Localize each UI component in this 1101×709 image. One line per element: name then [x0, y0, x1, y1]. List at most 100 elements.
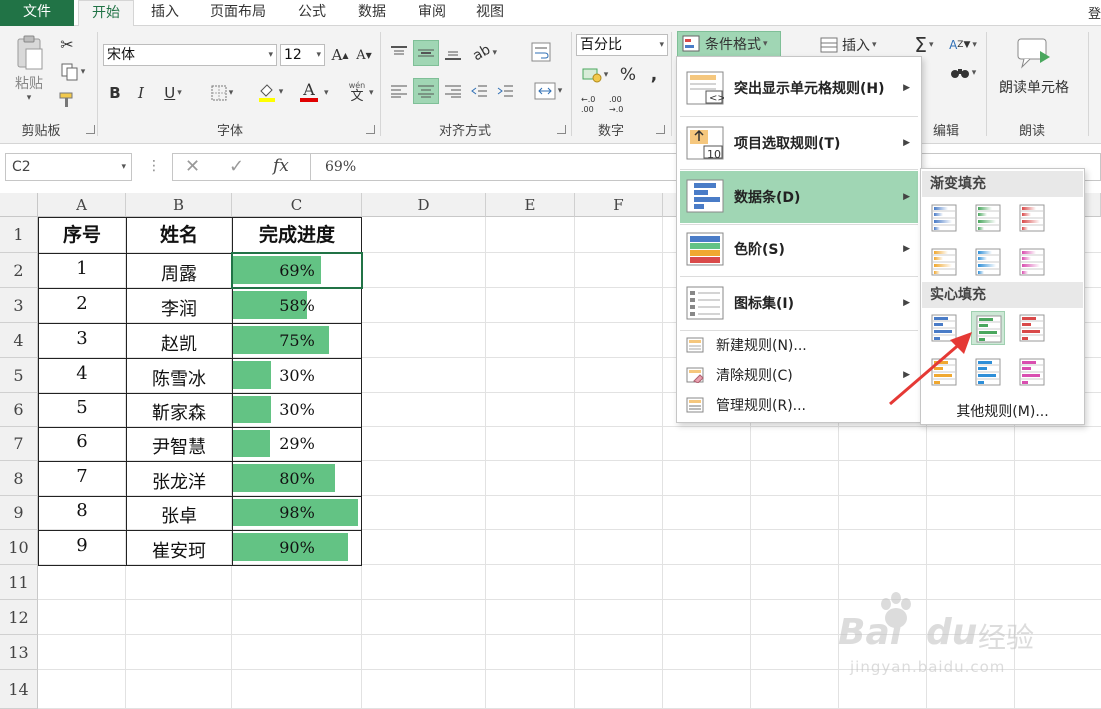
- number-launcher-icon[interactable]: [656, 125, 665, 134]
- header-cell[interactable]: 序号: [38, 217, 126, 253]
- gradient-databar-swatch[interactable]: [971, 245, 1005, 279]
- insert-function-button[interactable]: fx: [273, 156, 289, 176]
- column-header-E[interactable]: E: [486, 193, 575, 217]
- orientation-icon[interactable]: ab ▾: [468, 42, 502, 65]
- menu-data-bars[interactable]: 数据条(D) ▶: [680, 171, 918, 223]
- paste-button[interactable]: 粘贴 ▾: [8, 34, 50, 104]
- row-header-10[interactable]: 10: [0, 530, 38, 565]
- row-header-5[interactable]: 5: [0, 358, 38, 393]
- table-cell-name[interactable]: 张龙洋: [126, 465, 232, 500]
- align-top-icon[interactable]: [388, 42, 410, 64]
- table-cell-progress[interactable]: 29%: [233, 427, 361, 461]
- conditional-format-button[interactable]: 条件格式 ▾: [677, 31, 781, 57]
- enter-icon[interactable]: ✓: [229, 156, 244, 177]
- tab-home[interactable]: 开始: [78, 0, 134, 27]
- find-select-icon[interactable]: ▾: [946, 62, 980, 84]
- copy-icon[interactable]: ▾: [56, 62, 90, 82]
- autosum-icon[interactable]: Σ ▾: [906, 33, 942, 57]
- insert-cells-button[interactable]: 插入 ▾: [820, 34, 884, 56]
- cancel-icon[interactable]: ✕: [185, 156, 200, 177]
- cut-icon[interactable]: ✂: [56, 34, 78, 54]
- row-header-8[interactable]: 8: [0, 461, 38, 496]
- table-cell-name[interactable]: 李润: [126, 292, 232, 327]
- read-cell-button[interactable]: 朗读单元格: [992, 36, 1076, 98]
- table-cell-no[interactable]: 7: [38, 461, 126, 496]
- select-all-corner[interactable]: [0, 193, 38, 217]
- row-header-12[interactable]: 12: [0, 600, 38, 635]
- table-cell-progress[interactable]: 98%: [233, 496, 361, 530]
- table-cell-name[interactable]: 崔安珂: [126, 534, 232, 569]
- table-cell-no[interactable]: 5: [38, 393, 126, 427]
- increase-font-icon[interactable]: A ▲: [330, 44, 350, 66]
- column-header-D[interactable]: D: [362, 193, 486, 217]
- table-cell-progress[interactable]: 80%: [233, 461, 361, 496]
- row-header-14[interactable]: 14: [0, 670, 38, 709]
- gradient-databar-swatch[interactable]: [927, 245, 961, 279]
- row-header-11[interactable]: 11: [0, 565, 38, 600]
- table-cell-no[interactable]: 4: [38, 358, 126, 393]
- alignment-launcher-icon[interactable]: [557, 125, 566, 134]
- column-header-F[interactable]: F: [575, 193, 663, 217]
- tab-formulas[interactable]: 公式: [284, 0, 340, 26]
- table-cell-name[interactable]: 赵凯: [126, 327, 232, 362]
- borders-icon[interactable]: ▾: [204, 82, 240, 104]
- menu-top-bottom-rules[interactable]: 10 项目选取规则(T) ▶: [680, 118, 918, 168]
- tab-review[interactable]: 审阅: [404, 0, 460, 26]
- align-right-icon[interactable]: [442, 80, 464, 102]
- align-bottom-icon[interactable]: [442, 42, 464, 64]
- tab-insert[interactable]: 插入: [138, 0, 192, 26]
- percent-style-icon[interactable]: %: [618, 64, 638, 86]
- comma-style-icon[interactable]: ,: [644, 64, 664, 86]
- table-cell-no[interactable]: 2: [38, 288, 126, 323]
- solid-databar-swatch[interactable]: [1015, 355, 1049, 389]
- table-cell-no[interactable]: 1: [38, 253, 126, 288]
- column-header-A[interactable]: A: [38, 193, 126, 217]
- increase-indent-icon[interactable]: [494, 80, 516, 102]
- wrap-text-icon[interactable]: [528, 40, 554, 64]
- format-painter-icon[interactable]: [56, 90, 78, 110]
- table-cell-name[interactable]: 尹智慧: [126, 431, 232, 465]
- row-header-4[interactable]: 4: [0, 323, 38, 358]
- gradient-databar-swatch[interactable]: [927, 201, 961, 235]
- table-cell-name[interactable]: 周露: [126, 257, 232, 292]
- tab-data[interactable]: 数据: [344, 0, 400, 26]
- sort-filter-icon[interactable]: A Z▼ ▾: [946, 34, 980, 56]
- tab-view[interactable]: 视图: [462, 0, 518, 26]
- font-launcher-icon[interactable]: [366, 125, 375, 134]
- table-cell-name[interactable]: 靳家森: [126, 397, 232, 431]
- row-header-9[interactable]: 9: [0, 496, 38, 530]
- table-cell-progress[interactable]: 90%: [233, 530, 361, 565]
- clipboard-launcher-icon[interactable]: [86, 125, 95, 134]
- font-size-select[interactable]: 12 ▾: [280, 44, 325, 66]
- row-header-7[interactable]: 7: [0, 427, 38, 461]
- italic-icon[interactable]: I: [132, 82, 150, 104]
- align-center-icon[interactable]: [413, 78, 439, 104]
- table-cell-progress[interactable]: 58%: [233, 288, 361, 323]
- table-cell-no[interactable]: 9: [38, 530, 126, 565]
- decrease-font-icon[interactable]: A ▼: [354, 44, 374, 66]
- header-cell[interactable]: 姓名: [126, 217, 232, 253]
- name-box[interactable]: C2 ▾: [5, 153, 132, 181]
- decrease-decimal-icon[interactable]: .00 →.0: [606, 90, 634, 118]
- row-header-1[interactable]: 1: [0, 217, 38, 253]
- number-format-select[interactable]: 百分比 ▾: [576, 34, 668, 56]
- decrease-indent-icon[interactable]: [468, 80, 490, 102]
- row-header-6[interactable]: 6: [0, 393, 38, 427]
- underline-icon[interactable]: U ▾: [156, 82, 190, 104]
- table-cell-progress[interactable]: 75%: [233, 323, 361, 358]
- gradient-databar-swatch[interactable]: [1015, 245, 1049, 279]
- font-color-icon[interactable]: A: [292, 80, 326, 104]
- row-header-3[interactable]: 3: [0, 288, 38, 323]
- table-cell-name[interactable]: 陈雪冰: [126, 362, 232, 397]
- increase-decimal-icon[interactable]: ←.0.00: [578, 90, 606, 118]
- bold-icon[interactable]: B: [106, 82, 124, 104]
- table-cell-no[interactable]: 8: [38, 496, 126, 530]
- row-header-2[interactable]: 2: [0, 253, 38, 288]
- table-cell-no[interactable]: 6: [38, 427, 126, 461]
- solid-databar-swatch[interactable]: [1015, 311, 1049, 345]
- table-cell-name[interactable]: 张卓: [126, 500, 232, 534]
- fill-color-icon[interactable]: ▾: [252, 80, 288, 104]
- sign-in-link[interactable]: 登: [1088, 3, 1101, 22]
- header-cell[interactable]: 完成进度: [232, 217, 362, 253]
- table-cell-progress[interactable]: 30%: [233, 393, 361, 427]
